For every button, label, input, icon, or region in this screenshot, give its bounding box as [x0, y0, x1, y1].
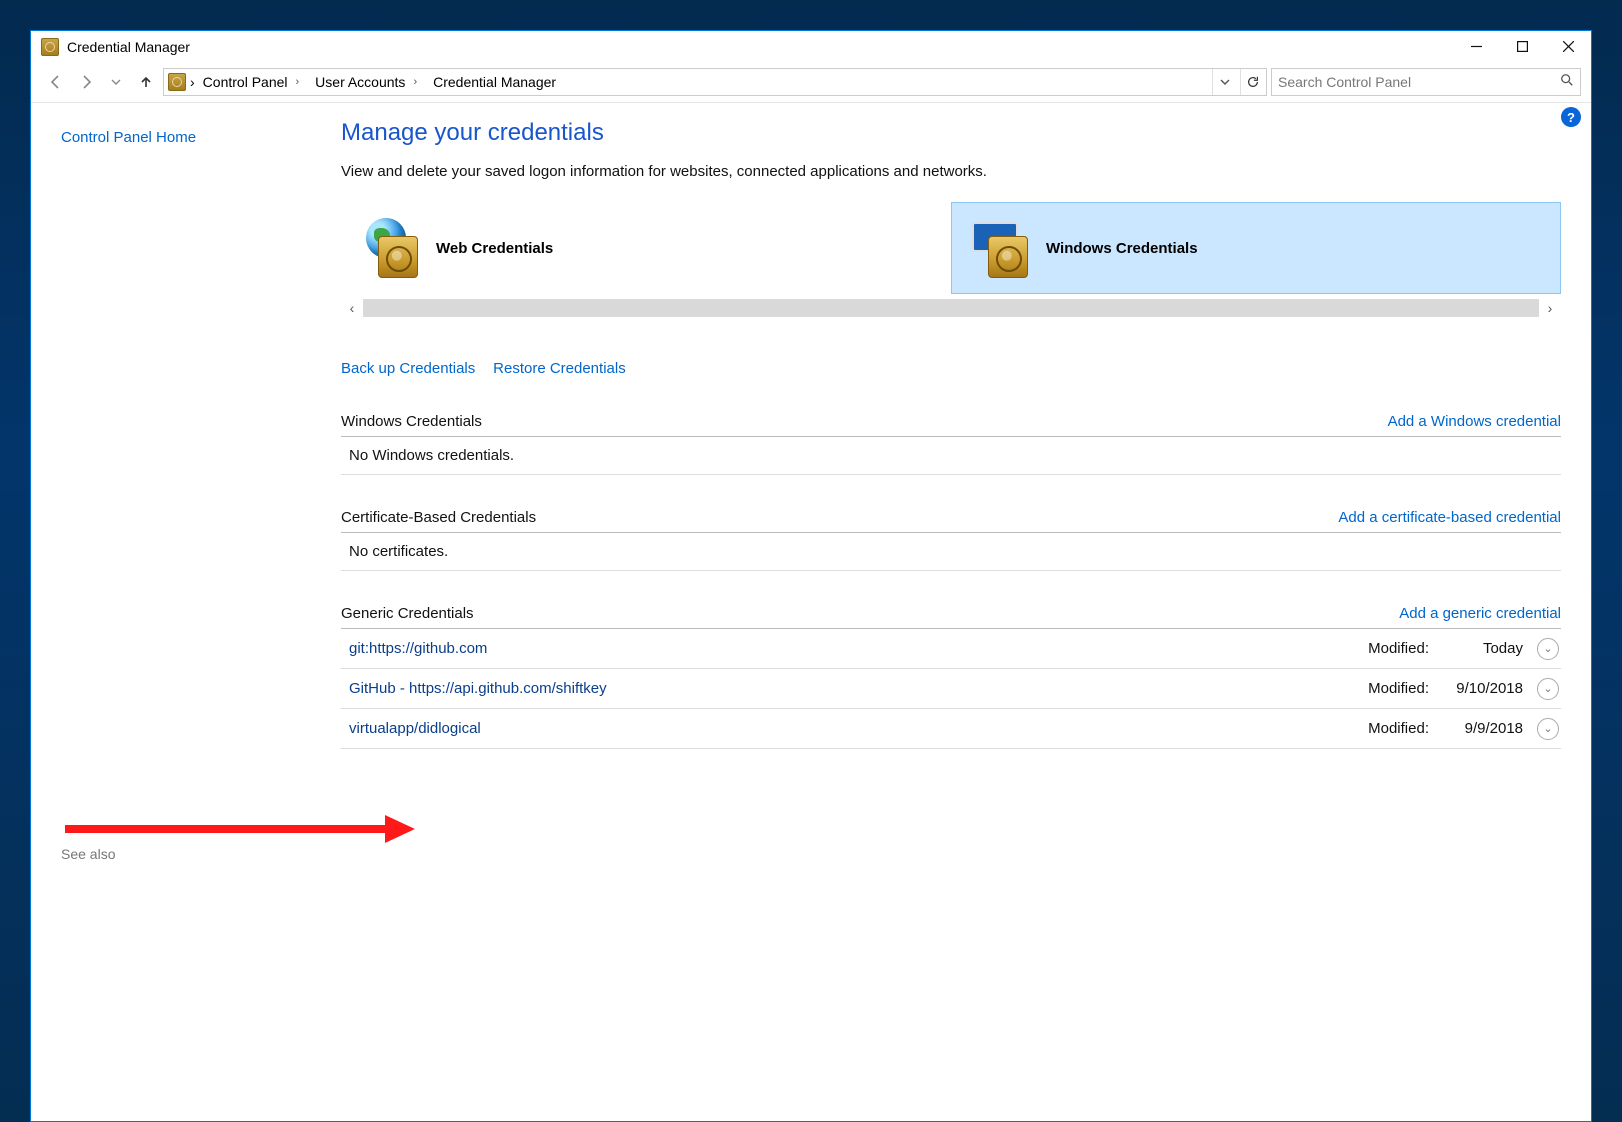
breadcrumb-control-panel[interactable]: Control Panel›	[199, 69, 308, 95]
credential-kinds: Web Credentials Windows Credentials	[341, 202, 1561, 294]
modified-label: Modified:	[1368, 640, 1429, 657]
credential-row[interactable]: virtualapp/didlogical Modified: 9/9/2018…	[341, 709, 1561, 749]
breadcrumb-user-accounts[interactable]: User Accounts›	[311, 69, 425, 95]
credential-row[interactable]: git:https://github.com Modified: Today ⌄	[341, 629, 1561, 669]
section-windows-credentials: Windows Credentials Add a Windows creden…	[341, 407, 1561, 437]
chevron-down-icon[interactable]: ⌄	[1537, 678, 1559, 700]
horizontal-scrollbar[interactable]: ‹ ›	[341, 298, 1561, 318]
maximize-button[interactable]	[1499, 31, 1545, 62]
add-windows-credential-link[interactable]: Add a Windows credential	[1388, 413, 1561, 430]
chevron-right-icon: ›	[290, 76, 304, 88]
close-button[interactable]	[1545, 31, 1591, 62]
credential-name: GitHub - https://api.github.com/shiftkey	[341, 680, 1360, 697]
recent-dropdown[interactable]	[103, 69, 129, 95]
modified-value: Today	[1437, 640, 1523, 657]
see-also-label: See also	[61, 846, 323, 862]
search-icon	[1560, 73, 1574, 90]
main-content: ? Manage your credentials View and delet…	[341, 103, 1591, 1121]
modified-value: 9/10/2018	[1437, 680, 1523, 697]
chevron-right-icon: ›	[190, 74, 195, 90]
forward-button[interactable]	[73, 69, 99, 95]
scroll-left-icon[interactable]: ‹	[341, 300, 363, 316]
restore-credentials-link[interactable]: Restore Credentials	[493, 360, 626, 377]
modified-label: Modified:	[1368, 720, 1429, 737]
app-icon	[41, 38, 59, 56]
refresh-button[interactable]	[1240, 69, 1264, 95]
chevron-right-icon: ›	[407, 76, 421, 88]
back-button[interactable]	[43, 69, 69, 95]
windows-credentials-empty: No Windows credentials.	[341, 437, 1561, 475]
chevron-down-icon[interactable]: ⌄	[1537, 718, 1559, 740]
window-title: Credential Manager	[67, 39, 190, 55]
safe-icon	[378, 236, 418, 278]
search-placeholder: Search Control Panel	[1278, 74, 1554, 90]
modified-value: 9/9/2018	[1437, 720, 1523, 737]
tab-web-credentials[interactable]: Web Credentials	[341, 202, 951, 294]
scroll-right-icon[interactable]: ›	[1539, 300, 1561, 316]
add-certificate-credential-link[interactable]: Add a certificate-based credential	[1338, 509, 1561, 526]
page-title: Manage your credentials	[341, 119, 1561, 147]
chevron-down-icon[interactable]: ⌄	[1537, 638, 1559, 660]
up-button[interactable]	[133, 69, 159, 95]
address-bar[interactable]: › Control Panel› User Accounts› Credenti…	[163, 68, 1267, 96]
minimize-button[interactable]	[1453, 31, 1499, 62]
backup-credentials-link[interactable]: Back up Credentials	[341, 360, 475, 377]
window: Credential Manager › Control Panel› User…	[30, 30, 1592, 1122]
credential-name: git:https://github.com	[341, 640, 1360, 657]
control-panel-home-link[interactable]: Control Panel Home	[61, 129, 196, 146]
section-certificate-credentials: Certificate-Based Credentials Add a cert…	[341, 503, 1561, 533]
breadcrumb-credential-manager[interactable]: Credential Manager	[429, 69, 560, 95]
credential-row[interactable]: GitHub - https://api.github.com/shiftkey…	[341, 669, 1561, 709]
titlebar: Credential Manager	[31, 31, 1591, 63]
section-generic-credentials: Generic Credentials Add a generic creden…	[341, 599, 1561, 629]
location-icon	[168, 73, 186, 91]
tab-windows-credentials[interactable]: Windows Credentials	[951, 202, 1561, 294]
search-input[interactable]: Search Control Panel	[1271, 68, 1581, 96]
address-dropdown[interactable]	[1212, 69, 1236, 95]
certificate-credentials-empty: No certificates.	[341, 533, 1561, 571]
credential-name: virtualapp/didlogical	[341, 720, 1360, 737]
sidebar: Control Panel Home See also	[31, 103, 341, 1121]
toolbar: › Control Panel› User Accounts› Credenti…	[31, 63, 1591, 103]
modified-label: Modified:	[1368, 680, 1429, 697]
scroll-track[interactable]	[363, 299, 1539, 317]
page-description: View and delete your saved logon informa…	[341, 163, 1561, 180]
help-icon[interactable]: ?	[1561, 107, 1581, 127]
safe-icon	[988, 236, 1028, 278]
add-generic-credential-link[interactable]: Add a generic credential	[1399, 605, 1561, 622]
